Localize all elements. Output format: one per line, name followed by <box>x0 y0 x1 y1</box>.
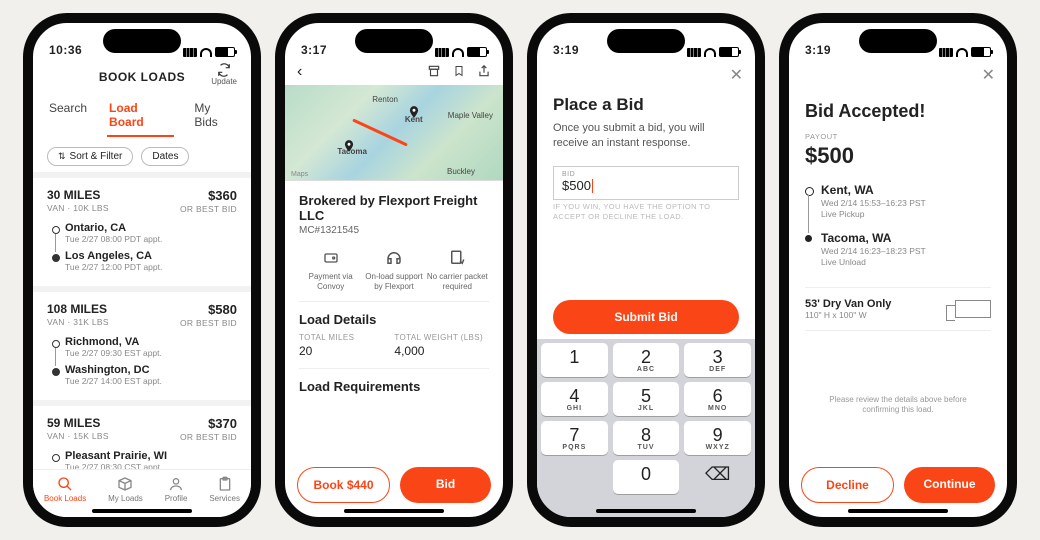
signal-icon <box>939 48 953 57</box>
refresh-button[interactable]: Update <box>211 63 237 86</box>
feature-support: On-load support by Flexport <box>362 248 425 291</box>
load-card[interactable]: 108 MILESVAN · 31K LBS $580OR BEST BID R… <box>33 292 251 400</box>
submit-bid-button[interactable]: Submit Bid <box>553 300 739 334</box>
battery-icon <box>215 47 235 57</box>
tabs: Search Load Board My Bids <box>47 97 237 137</box>
page-title: Place a Bid <box>553 95 739 115</box>
load-requirements-heading: Load Requirements <box>299 368 489 394</box>
tab-search[interactable]: Search <box>47 97 89 137</box>
key-4[interactable]: 4GHI <box>541 382 608 416</box>
total-weight-value: 4,000 <box>394 344 483 358</box>
home-indicator[interactable] <box>344 509 444 513</box>
key-1[interactable]: 1 <box>541 343 608 377</box>
bid-button[interactable]: Bid <box>400 467 491 503</box>
payout-value: $500 <box>805 143 991 169</box>
page-title: BOOK LOADS <box>99 70 185 84</box>
broker-name: Brokered by Flexport Freight LLC <box>299 193 489 223</box>
archive-icon[interactable] <box>427 64 441 81</box>
key-2[interactable]: 2ABC <box>613 343 680 377</box>
total-miles-value: 20 <box>299 344 354 358</box>
back-button[interactable]: ‹ <box>297 63 302 81</box>
phone-place-bid: 3:19 ✕ Place a Bid Once you submit a bid… <box>527 13 765 527</box>
wifi-icon <box>452 48 464 57</box>
mc-number: MC#1321545 <box>299 225 489 236</box>
home-indicator[interactable] <box>92 509 192 513</box>
clipboard-icon <box>216 476 234 492</box>
wifi-icon <box>200 48 212 57</box>
status-time: 3:19 <box>805 43 831 57</box>
headset-icon <box>383 248 405 268</box>
dynamic-island <box>355 29 433 53</box>
sort-filter-pill[interactable]: ⇅Sort & Filter <box>47 147 133 166</box>
battery-icon <box>719 47 739 57</box>
key-blank <box>541 460 608 494</box>
dynamic-island <box>103 29 181 53</box>
key-3[interactable]: 3DEF <box>684 343 751 377</box>
key-9[interactable]: 9WXYZ <box>684 421 751 455</box>
document-check-icon <box>446 248 468 268</box>
close-button[interactable]: ✕ <box>982 65 995 85</box>
phone-load-detail: 3:17 ‹ Renton Maple Valley Kent Tacoma B… <box>275 13 513 527</box>
key-backspace[interactable]: ⌫ <box>684 460 751 494</box>
battery-icon <box>467 47 487 57</box>
bid-input[interactable]: BID $500 <box>553 166 739 201</box>
truck-icon <box>955 300 991 318</box>
wifi-icon <box>956 48 968 57</box>
map-pin-icon <box>342 137 356 155</box>
phone-bid-accepted: 3:19 ✕ Bid Accepted! PAYOUT $500 Kent, W… <box>779 13 1017 527</box>
home-indicator[interactable] <box>596 509 696 513</box>
phone-book-loads: 10:36 BOOK LOADS Update Search Load Boar… <box>23 13 261 527</box>
share-icon[interactable] <box>477 64 491 81</box>
signal-icon <box>435 48 449 57</box>
bid-note: IF YOU WIN, YOU HAVE THE OPTION TO ACCEP… <box>553 202 739 222</box>
numeric-keypad: 1 2ABC 3DEF 4GHI 5JKL 6MNO 7PQRS 8TUV 9W… <box>537 339 755 517</box>
dates-pill[interactable]: Dates <box>141 147 189 166</box>
page-title: Bid Accepted! <box>805 101 991 122</box>
tab-load-board[interactable]: Load Board <box>107 97 174 137</box>
continue-button[interactable]: Continue <box>904 467 995 503</box>
feature-packet: No carrier packet required <box>426 248 489 291</box>
decline-button[interactable]: Decline <box>801 467 894 503</box>
feature-payment: Payment via Convoy <box>299 248 362 291</box>
key-8[interactable]: 8TUV <box>613 421 680 455</box>
confirm-note: Please review the details above before c… <box>805 395 991 416</box>
status-time: 3:17 <box>301 43 327 57</box>
book-button[interactable]: Book $440 <box>297 467 390 503</box>
tabbar-my-loads[interactable]: My Loads <box>108 476 143 503</box>
tabbar-book-loads[interactable]: Book Loads <box>44 476 86 503</box>
load-details-heading: Load Details <box>299 301 489 327</box>
tabbar-services[interactable]: Services <box>209 476 240 503</box>
dynamic-island <box>859 29 937 53</box>
key-0[interactable]: 0 <box>613 460 680 494</box>
battery-icon <box>971 47 991 57</box>
payout-label: PAYOUT <box>805 132 991 141</box>
load-card[interactable]: 30 MILESVAN · 10K LBS $360OR BEST BID On… <box>33 178 251 286</box>
home-indicator[interactable] <box>848 509 948 513</box>
box-icon <box>116 476 134 492</box>
signal-icon <box>183 48 197 57</box>
signal-icon <box>687 48 701 57</box>
stop-destination: Tacoma, WA Wed 2/14 16:23–18:23 PST Live… <box>805 231 991 279</box>
stop-origin: Kent, WA Wed 2/14 15:53–16:23 PST Live P… <box>805 183 991 231</box>
bookmark-icon[interactable] <box>453 64 465 81</box>
wifi-icon <box>704 48 716 57</box>
status-time: 10:36 <box>49 43 82 57</box>
key-6[interactable]: 6MNO <box>684 382 751 416</box>
equipment-section: 53' Dry Van Only 110" H x 100" W <box>805 287 991 331</box>
status-time: 3:19 <box>553 43 579 57</box>
search-icon <box>56 476 74 492</box>
map-pin-icon <box>407 103 421 121</box>
tabbar-profile[interactable]: Profile <box>165 476 188 503</box>
key-5[interactable]: 5JKL <box>613 382 680 416</box>
subtitle: Once you submit a bid, you will receive … <box>553 121 739 152</box>
close-button[interactable]: ✕ <box>730 65 743 85</box>
user-icon <box>167 476 185 492</box>
map-view[interactable]: Renton Maple Valley Kent Tacoma Buckley … <box>285 85 503 181</box>
key-7[interactable]: 7PQRS <box>541 421 608 455</box>
dynamic-island <box>607 29 685 53</box>
wallet-icon <box>320 248 342 268</box>
tab-my-bids[interactable]: My Bids <box>192 97 237 137</box>
